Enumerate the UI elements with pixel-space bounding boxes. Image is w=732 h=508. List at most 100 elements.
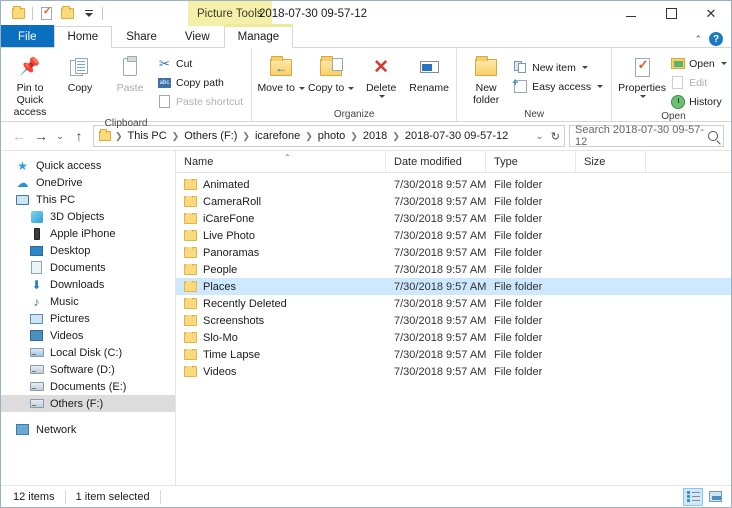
table-row[interactable]: Screenshots 7/30/2018 9:57 AM File folde… [176, 312, 731, 329]
properties-button[interactable]: Properties [616, 51, 668, 99]
table-row[interactable]: Videos 7/30/2018 9:57 AM File folder [176, 363, 731, 380]
table-row[interactable]: Time Lapse 7/30/2018 9:57 AM File folder [176, 346, 731, 363]
breadcrumb-item-others-f[interactable]: Others (F:) [181, 130, 240, 142]
edit-button[interactable]: Edit [668, 73, 731, 92]
sidebar-item-this-pc[interactable]: This PC [1, 191, 175, 208]
address-dropdown-icon[interactable]: ⌄ [533, 131, 545, 142]
copy-to-button[interactable]: Copy to [306, 51, 356, 94]
minimize-button[interactable] [611, 1, 651, 26]
column-header-type[interactable]: Type [486, 150, 576, 173]
details-view-icon [686, 491, 700, 502]
tab-home[interactable]: Home [53, 26, 113, 48]
sidebar-item-onedrive[interactable]: ☁ OneDrive [1, 174, 175, 191]
table-row[interactable]: Recently Deleted 7/30/2018 9:57 AM File … [176, 295, 731, 312]
sidebar-item-local-disk-c[interactable]: Local Disk (C:) [1, 344, 175, 361]
column-header-date-label: Date modified [394, 155, 462, 168]
paste-shortcut-button[interactable]: Paste shortcut [155, 92, 247, 111]
paste-shortcut-label: Paste shortcut [176, 95, 244, 108]
qat-folder-button[interactable] [8, 3, 29, 24]
tab-view[interactable]: View [171, 25, 224, 47]
sidebar-item-software-d[interactable]: Software (D:) [1, 361, 175, 378]
table-row[interactable]: People 7/30/2018 9:57 AM File folder [176, 261, 731, 278]
sidebar-item-3d-objects[interactable]: 3D Objects [1, 208, 175, 225]
table-row[interactable]: CameraRoll 7/30/2018 9:57 AM File folder [176, 193, 731, 210]
move-to-button[interactable]: ← Move to [256, 51, 306, 94]
rename-button[interactable]: Rename [406, 51, 452, 94]
details-view-button[interactable] [683, 487, 703, 506]
tab-file[interactable]: File [1, 25, 54, 47]
sidebar-item-documents[interactable]: Documents [1, 259, 175, 276]
copy-path-label: Copy path [176, 76, 224, 89]
file-date: 7/30/2018 9:57 AM [394, 178, 486, 191]
properties-icon [41, 6, 52, 20]
sidebar-item-quick-access[interactable]: ★ Quick access [1, 157, 175, 174]
folder-icon [184, 331, 197, 343]
phone-icon [29, 226, 44, 241]
file-name: Animated [203, 178, 250, 191]
table-row[interactable]: Places 7/30/2018 9:57 AM File folder [176, 278, 731, 295]
file-name: People [203, 263, 238, 276]
open-button[interactable]: Open [668, 54, 731, 73]
3d-objects-icon [29, 209, 44, 224]
qat-new-folder-button[interactable] [57, 3, 78, 24]
sidebar-item-downloads[interactable]: ⬇ Downloads [1, 276, 175, 293]
sidebar-item-desktop[interactable]: Desktop [1, 242, 175, 259]
table-row[interactable]: iCareFone 7/30/2018 9:57 AM File folder [176, 210, 731, 227]
breadcrumb-item-photo[interactable]: photo [315, 130, 349, 142]
breadcrumb-separator: ❯ [350, 130, 358, 141]
column-header-size[interactable]: Size [576, 150, 646, 173]
breadcrumb-item-icarefone[interactable]: icarefone [252, 130, 303, 142]
chevron-down-icon [84, 10, 93, 17]
copy-button[interactable]: Copy [55, 51, 105, 94]
help-icon[interactable]: ? [709, 32, 723, 46]
computer-icon [15, 192, 30, 207]
sidebar-item-network[interactable]: Network [1, 421, 175, 438]
sidebar-item-music[interactable]: ♪ Music [1, 293, 175, 310]
sidebar-item-others-f[interactable]: Others (F:) [1, 395, 175, 412]
system-drive-icon [29, 345, 44, 360]
column-headers: Name ⌃ Date modified Type Size [176, 150, 731, 173]
paste-button[interactable]: Paste [105, 51, 155, 94]
pin-to-quick-access-button[interactable]: 📌 Pin to Quick access [5, 51, 55, 118]
file-type: File folder [494, 365, 543, 378]
sidebar-item-pictures[interactable]: Pictures [1, 310, 175, 327]
collapse-ribbon-icon[interactable]: ⌃ [694, 34, 702, 45]
new-folder-button[interactable]: New folder [461, 51, 511, 106]
folder-icon [184, 178, 197, 190]
refresh-icon[interactable]: ↻ [551, 130, 560, 143]
table-row[interactable]: Slo-Mo 7/30/2018 9:57 AM File folder [176, 329, 731, 346]
sidebar-item-apple-iphone[interactable]: Apple iPhone [1, 225, 175, 242]
new-item-button[interactable]: New item [511, 58, 607, 77]
sidebar-item-documents-e[interactable]: Documents (E:) [1, 378, 175, 395]
column-header-name[interactable]: Name ⌃ [176, 150, 386, 173]
sidebar-item-label: Desktop [50, 244, 91, 257]
chevron-down-icon [640, 95, 647, 99]
tab-manage[interactable]: Manage [223, 24, 294, 48]
history-button[interactable]: History [668, 92, 731, 111]
delete-button[interactable]: ✕ Delete [356, 51, 406, 99]
breadcrumb-separator: ❯ [171, 130, 180, 141]
edit-icon [670, 75, 685, 90]
breadcrumb-item-2018[interactable]: 2018 [360, 130, 390, 142]
large-icons-view-button[interactable] [705, 488, 725, 506]
qat-customize-button[interactable] [78, 3, 99, 24]
search-input[interactable]: Search 2018-07-30 09-57-12 [569, 124, 724, 148]
tab-share[interactable]: Share [112, 25, 171, 47]
table-row[interactable]: Panoramas 7/30/2018 9:57 AM File folder [176, 244, 731, 261]
breadcrumb-item-this-pc[interactable]: This PC [125, 130, 170, 142]
properties-icon [634, 54, 650, 80]
close-button[interactable]: ✕ [691, 1, 731, 26]
file-type: File folder [494, 280, 543, 293]
maximize-button[interactable] [651, 1, 691, 26]
copy-path-button[interactable]: abc Copy path [155, 73, 247, 92]
sort-ascending-icon: ⌃ [284, 152, 291, 162]
cut-button[interactable]: ✂ Cut [155, 54, 247, 73]
column-header-date-modified[interactable]: Date modified [386, 150, 486, 173]
sidebar-item-videos[interactable]: Videos [1, 327, 175, 344]
table-row[interactable]: Animated 7/30/2018 9:57 AM File folder [176, 176, 731, 193]
history-icon [670, 94, 685, 109]
breadcrumb-item-current[interactable]: 2018-07-30 09-57-12 [402, 130, 511, 142]
easy-access-button[interactable]: Easy access [511, 77, 607, 96]
table-row[interactable]: Live Photo 7/30/2018 9:57 AM File folder [176, 227, 731, 244]
qat-properties-button[interactable] [36, 3, 57, 24]
